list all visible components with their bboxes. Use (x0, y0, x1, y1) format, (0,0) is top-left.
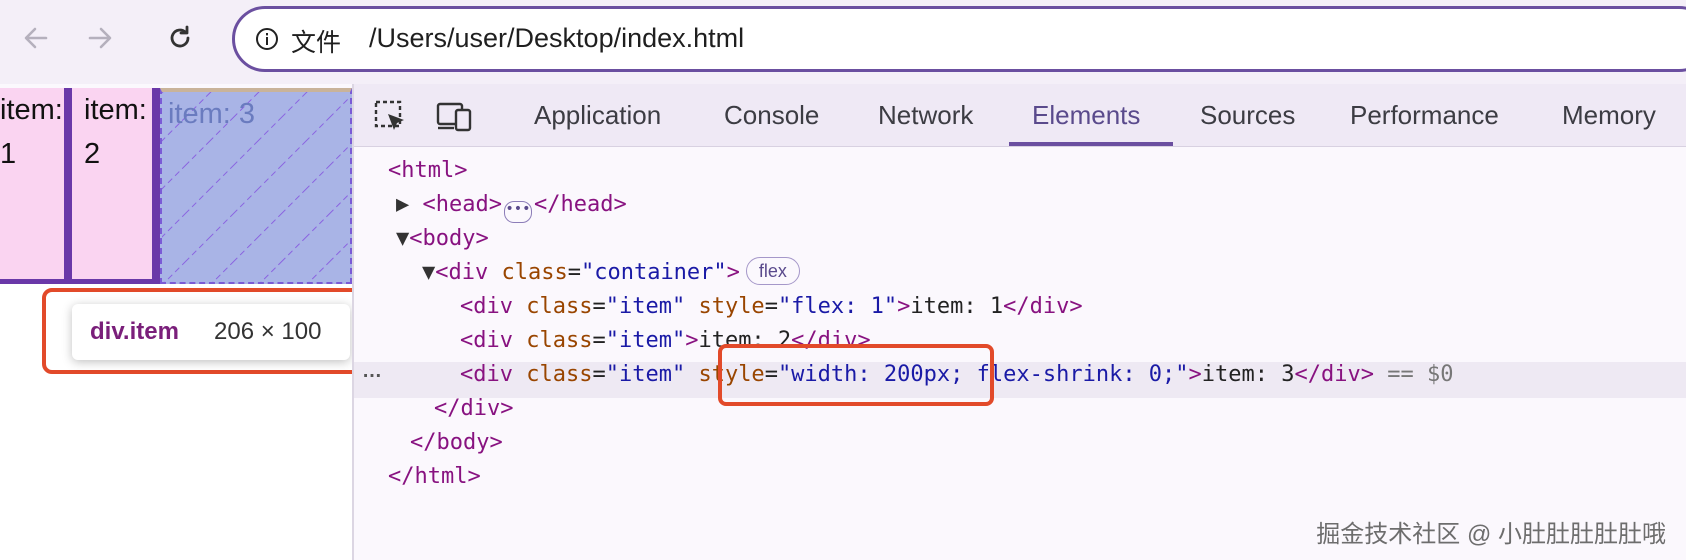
arrow-left-icon (24, 27, 48, 49)
annotation-box-style (718, 344, 994, 406)
dom-line-head[interactable]: ▶ <head> ••• </head> (396, 188, 627, 223)
tooltip-dimensions: 206 × 100 (214, 318, 322, 345)
tab-memory[interactable]: Memory (1562, 100, 1656, 131)
expand-triangle-icon[interactable]: ▶ (396, 192, 409, 217)
flex-badge[interactable]: flex (745, 257, 800, 285)
device-toolbar-icon[interactable] (434, 96, 474, 136)
address-bar[interactable]: 文件 /Users/user/Desktop/index.html (232, 6, 1686, 72)
tab-sources[interactable]: Sources (1200, 100, 1295, 131)
dom-line-div-close[interactable]: </div> (434, 392, 513, 426)
element-inspect-tooltip: div.item 206 × 100 (72, 304, 350, 360)
node-actions-ellipsis[interactable]: … (362, 360, 382, 383)
devtools-tabbar: Application Console Network Elements Sou… (354, 84, 1686, 147)
collapse-triangle-icon[interactable]: ▼ (396, 226, 409, 251)
active-tab-indicator (1009, 142, 1173, 146)
item-label: item: 1 (0, 94, 63, 170)
tab-performance[interactable]: Performance (1350, 100, 1499, 131)
info-icon[interactable] (255, 27, 279, 51)
inspect-element-icon[interactable] (370, 96, 410, 136)
flex-item-1: item: 1 (0, 88, 72, 284)
devtools-panel: Application Console Network Elements Sou… (352, 84, 1686, 560)
reload-button[interactable] (160, 18, 200, 58)
browser-toolbar: 文件 /Users/user/Desktop/index.html (0, 0, 1686, 84)
back-button[interactable] (16, 18, 56, 58)
collapse-triangle-icon[interactable]: ▼ (422, 260, 435, 285)
tooltip-selector: div.item (90, 318, 179, 345)
dom-line-body-close[interactable]: </body> (410, 426, 503, 460)
reload-icon (170, 25, 190, 48)
forward-button[interactable] (80, 18, 120, 58)
dom-line-container[interactable]: ▼<div class="container"> flex (422, 256, 800, 290)
tab-console[interactable]: Console (724, 100, 819, 131)
dom-line-item-1[interactable]: <div class="item" style="flex: 1">item: … (460, 290, 1083, 324)
url-text[interactable]: /Users/user/Desktop/index.html (369, 23, 744, 54)
arrow-right-icon (88, 27, 112, 49)
tab-elements[interactable]: Elements (1032, 100, 1140, 131)
tab-network[interactable]: Network (878, 100, 973, 131)
dom-line-body[interactable]: ▼<body> (396, 222, 489, 256)
selected-marker: == $0 (1387, 362, 1454, 387)
dom-line-html-close[interactable]: </html> (388, 460, 481, 494)
flex-item-3-highlighted: item: 3 (160, 88, 352, 284)
dom-line-html[interactable]: <html> (388, 154, 467, 188)
flex-item-2: item: 2 (72, 88, 160, 284)
item-label: item: 2 (84, 94, 147, 170)
tab-application[interactable]: Application (534, 100, 661, 131)
collapsed-content-badge[interactable]: ••• (503, 201, 532, 223)
url-scheme-label: 文件 (291, 29, 342, 57)
watermark-text: 掘金技术社区 @ 小肚肚肚肚肚哦 (1316, 521, 1666, 548)
item-label: item: 3 (168, 98, 256, 130)
